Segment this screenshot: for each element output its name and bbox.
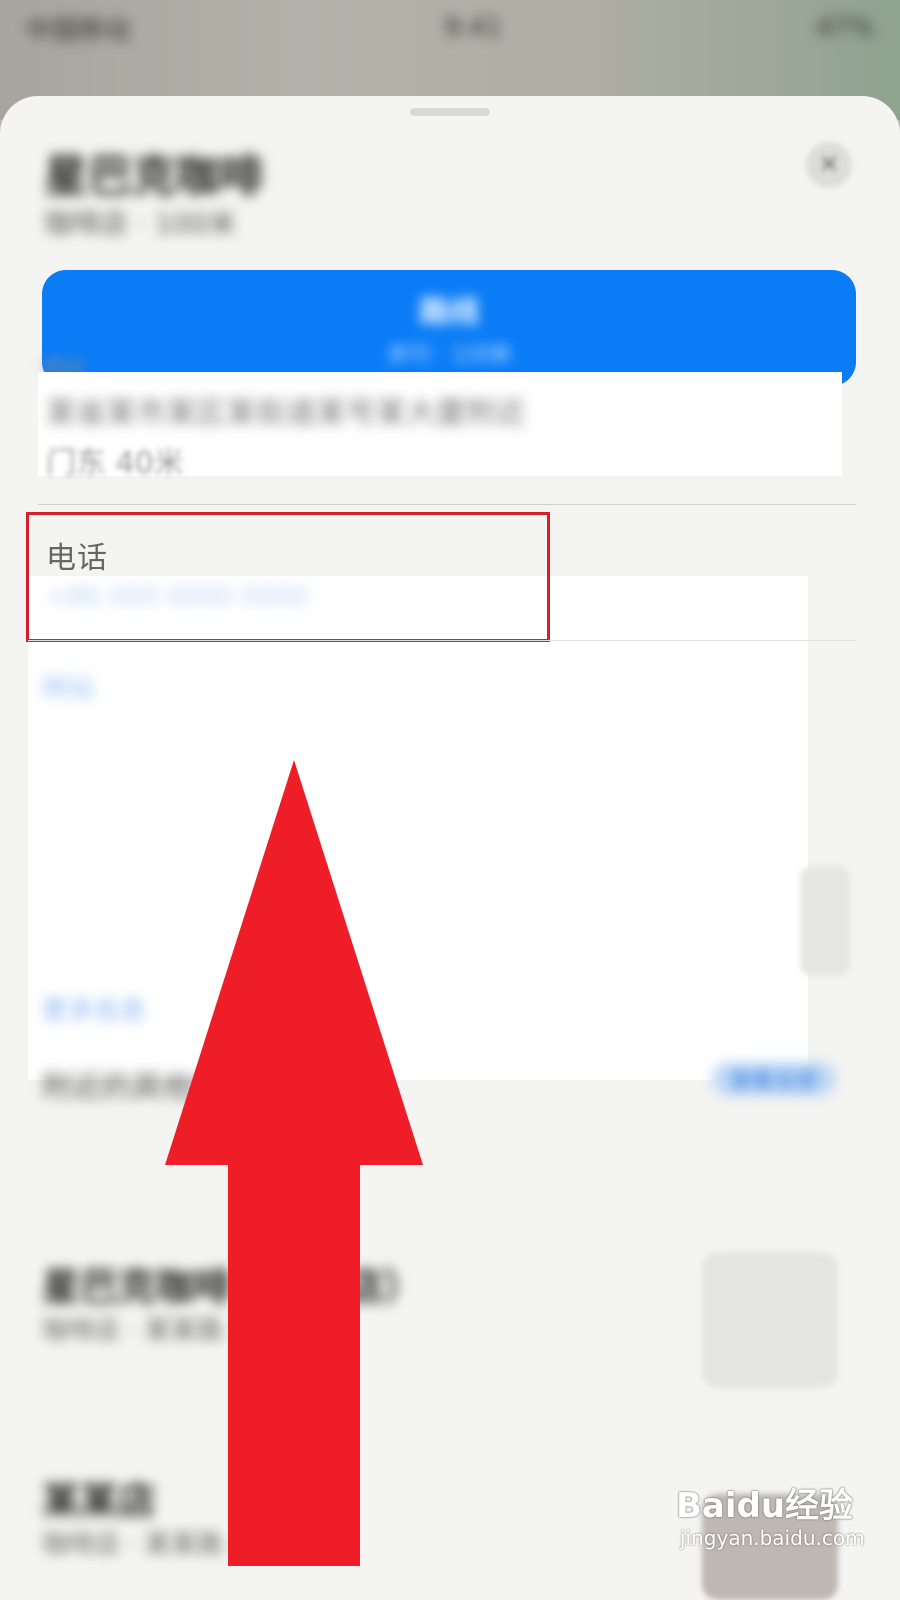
highlight-box [26, 512, 550, 642]
place-subtitle: 咖啡店 · 100米 [44, 207, 237, 240]
divider [28, 640, 856, 641]
address-line-1[interactable]: 某省某市某区某街道某号某大厦附近 [46, 388, 836, 432]
watermark-brand: Baidu经验 [676, 1486, 854, 1526]
nearby-card-subtitle: 咖啡店 · 某某路 · 200米 [42, 1316, 324, 1346]
place-title: 星巴克咖啡 [44, 151, 264, 202]
clock-text: 9:41 [443, 13, 503, 43]
address-line-2: 门东 40米 [46, 446, 184, 481]
route-button[interactable]: 路线 步行 · 1分钟 [42, 270, 856, 386]
carrier-text: 中国移动 [26, 15, 131, 46]
route-button-sublabel: 步行 · 1分钟 [387, 343, 511, 368]
nearby-card-title[interactable]: 某某店 [42, 1470, 156, 1525]
divider [38, 504, 856, 505]
side-thumbnail [800, 866, 850, 976]
watermark-url: jingyan.baidu.com [680, 1526, 865, 1550]
nearby-more-button[interactable]: 查看全部 [712, 1062, 836, 1096]
nearby-card-thumbnail[interactable] [702, 1252, 838, 1388]
close-icon: ✕ [818, 150, 840, 180]
battery-text: 47% [816, 13, 874, 43]
nearby-card-title[interactable]: 星巴克咖啡（某某店） [42, 1256, 422, 1311]
nearby-card-subtitle: 咖啡店 · 某某路 · 300米 [42, 1530, 324, 1560]
sheet-grabber[interactable] [410, 108, 490, 116]
close-button[interactable]: ✕ [806, 142, 852, 188]
nearby-section-title: 附近的其他地点 [42, 1070, 252, 1105]
status-bar: 中国移动 9:41 47% [0, 0, 900, 56]
more-info-link[interactable]: 更多信息 [42, 990, 146, 1027]
route-button-label: 路线 [419, 295, 479, 330]
website-link[interactable]: 网站 [42, 668, 94, 705]
baidu-jingyan-watermark: Baidu经验 jingyan.baidu.com [676, 1478, 886, 1558]
